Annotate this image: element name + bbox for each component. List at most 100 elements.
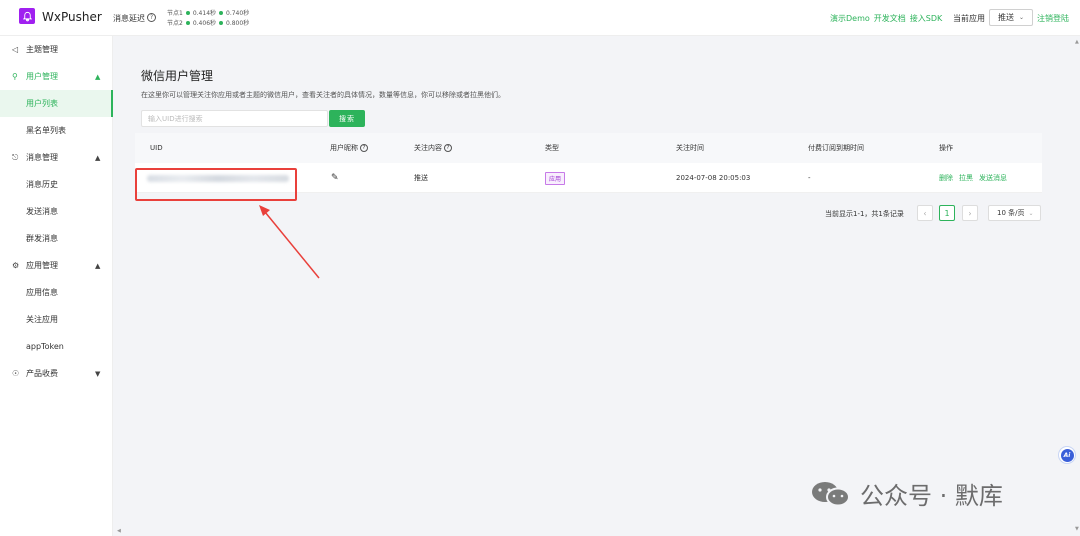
node-latency: 0.800秒	[226, 20, 250, 27]
sidebar-item-label: 群发消息	[26, 234, 58, 243]
col-nickname: 用户昵称?	[330, 133, 368, 163]
table-header: UID 用户昵称? 关注内容? 类型 关注时间 付费订阅到期时间 操作	[135, 133, 1042, 163]
time-cell: 2024-07-08 20:05:03	[676, 163, 750, 193]
follow-time: 2024-07-08 20:05:03	[676, 174, 751, 182]
expire-cell: -	[808, 163, 811, 193]
watermark: 公众号 · 默库	[808, 476, 1003, 511]
sidebar-item-label: 消息历史	[26, 180, 58, 189]
sidebar-item-label: 关注应用	[26, 315, 58, 324]
search-button[interactable]: 搜索	[329, 110, 365, 127]
app-select-value: 推送	[998, 13, 1014, 22]
col-label: 用户昵称	[330, 144, 358, 152]
sidebar-item-messages[interactable]: ⎋ 消息管理 ▲	[0, 144, 113, 171]
users-icon: ⚲	[12, 72, 18, 81]
ai-assistant-button[interactable]: Ai	[1058, 446, 1076, 464]
col-label: 关注时间	[676, 144, 704, 152]
chevron-down-icon: ▼	[95, 369, 101, 378]
prev-page-button[interactable]: ‹	[917, 205, 933, 221]
sidebar-item-label: 用户管理	[26, 72, 58, 81]
col-expire: 付费订阅到期时间	[808, 133, 864, 163]
sidebar-item-label: 发送消息	[26, 207, 58, 216]
sidebar-item-label: appToken	[26, 342, 64, 351]
sidebar-item-pricing[interactable]: ☉ 产品收费 ▼	[0, 360, 113, 387]
content-value: 推送	[414, 174, 428, 182]
block-link[interactable]: 拉黑	[959, 173, 973, 183]
page-size-select[interactable]: 10 条/页 ⌄	[988, 205, 1041, 221]
docs-link[interactable]: 开发文档	[874, 13, 906, 24]
help-icon[interactable]: ?	[360, 144, 368, 152]
chevron-up-icon: ▲	[95, 72, 101, 81]
col-actions: 操作	[939, 133, 953, 163]
sidebar-item-app-info[interactable]: 应用信息	[0, 279, 113, 306]
sidebar-item-blacklist[interactable]: 黑名单列表	[0, 117, 113, 144]
col-type: 类型	[545, 133, 559, 163]
node-label: 节点2	[167, 20, 183, 27]
gear-icon: ⚙	[12, 261, 20, 270]
header-links: 演示Demo 开发文档 接入SDK	[830, 13, 942, 24]
sidebar-item-label: 应用管理	[26, 261, 58, 270]
page-description: 在这里你可以管理关注你应用或者主题的微信用户，查看关注者的具体情况，数量等信息，…	[141, 91, 505, 99]
bell-icon: ⎋	[12, 152, 19, 162]
next-page-button[interactable]: ›	[962, 205, 978, 221]
sdk-link[interactable]: 接入SDK	[910, 13, 942, 24]
wechat-icon	[808, 479, 854, 509]
latency-label: 消息延迟	[113, 14, 145, 23]
node-latency: 0.406秒	[192, 20, 217, 27]
demo-link[interactable]: 演示Demo	[830, 13, 870, 24]
vertical-scrollbar[interactable]: ▲ ▼	[1073, 36, 1080, 536]
ai-icon: Ai	[1060, 448, 1074, 462]
logout-link[interactable]: 注销登陆	[1037, 13, 1069, 24]
type-badge: 应用	[545, 171, 566, 185]
status-dot-icon	[185, 10, 190, 15]
sidebar-item-user-list[interactable]: 用户列表	[0, 90, 113, 117]
bell-logo-icon	[19, 8, 35, 24]
node-latency: 0.740秒	[226, 10, 250, 17]
content-cell: 推送	[414, 163, 428, 193]
pagination-summary: 当前显示1-1，共1条记录	[825, 210, 904, 218]
status-dot-icon	[219, 20, 224, 25]
chevron-up-icon: ▲	[95, 153, 101, 162]
nickname-cell: ✎	[331, 163, 339, 193]
col-content: 关注内容?	[414, 133, 452, 163]
sidebar-item-message-history[interactable]: 消息历史	[0, 171, 113, 198]
topic-icon: ◁	[12, 45, 19, 54]
page-button[interactable]: 1	[939, 205, 955, 221]
scroll-up-icon[interactable]: ▲	[1075, 39, 1079, 45]
col-label: 付费订阅到期时间	[808, 144, 864, 152]
col-uid: UID	[150, 133, 163, 163]
watermark-text: 公众号 · 默库	[860, 482, 1003, 510]
col-time: 关注时间	[676, 133, 704, 163]
sidebar: ◁ 主题管理 ⚲ 用户管理 ▲ 用户列表 黑名单列表 ⎋ 消息管理 ▲ 消息历史…	[0, 36, 113, 536]
sidebar-item-follow-app[interactable]: 关注应用	[0, 306, 113, 333]
pay-icon: ☉	[12, 369, 20, 378]
sidebar-item-label: 用户列表	[26, 99, 58, 108]
send-message-link[interactable]: 发送消息	[979, 173, 1007, 183]
app-name: WxPusher	[42, 10, 102, 24]
node-latency: 0.414秒	[192, 10, 217, 17]
app-select[interactable]: 推送 ⌄	[989, 9, 1033, 26]
sidebar-item-broadcast[interactable]: 群发消息	[0, 225, 113, 252]
page-title: 微信用户管理	[141, 69, 214, 83]
scroll-down-icon[interactable]: ▼	[1075, 526, 1079, 532]
current-app-label: 当前应用	[953, 14, 985, 23]
edit-icon[interactable]: ✎	[331, 173, 339, 183]
status-dot-icon	[219, 10, 224, 15]
type-cell: 应用	[545, 163, 566, 193]
col-label: 操作	[939, 144, 953, 152]
page-size-value: 10 条/页	[997, 209, 1025, 217]
sidebar-item-label: 产品收费	[26, 369, 58, 378]
scroll-left-icon[interactable]: ◀	[117, 528, 121, 534]
sidebar-item-users[interactable]: ⚲ 用户管理 ▲	[0, 63, 113, 90]
help-icon[interactable]: ?	[147, 13, 156, 22]
help-icon[interactable]: ?	[444, 144, 452, 152]
uid-search-input[interactable]	[141, 110, 328, 127]
sidebar-item-send-message[interactable]: 发送消息	[0, 198, 113, 225]
sidebar-item-app-token[interactable]: appToken	[0, 333, 113, 360]
actions-cell: 删除 拉黑 发送消息	[939, 163, 1013, 193]
node-status-2: 节点2 0.406秒 0.800秒	[167, 18, 249, 27]
sidebar-item-topics[interactable]: ◁ 主题管理	[0, 36, 113, 63]
sidebar-item-apps[interactable]: ⚙ 应用管理 ▲	[0, 252, 113, 279]
col-label: 关注内容	[414, 144, 442, 152]
delete-link[interactable]: 删除	[939, 173, 953, 183]
chevron-down-icon: ⌄	[1019, 14, 1025, 21]
